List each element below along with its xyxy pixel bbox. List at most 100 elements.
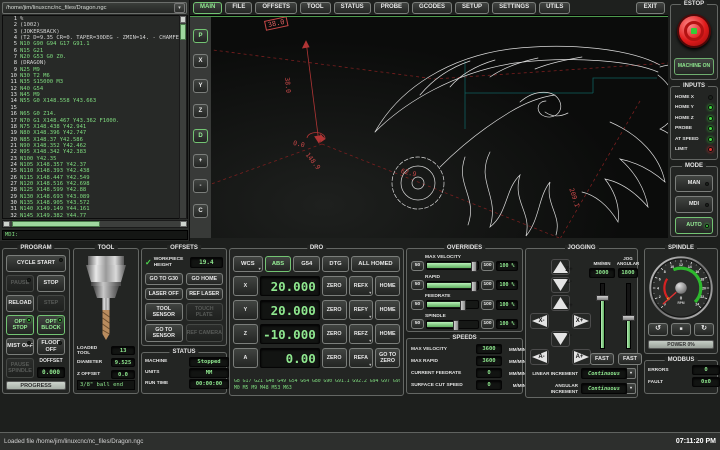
chevron-down-icon[interactable]: ▾ (627, 368, 636, 379)
jog-arrow-button[interactable]: A- (530, 349, 549, 365)
axis-select-button[interactable]: A (233, 348, 258, 368)
override-slider[interactable] (426, 281, 479, 290)
axis-zero-button[interactable]: ZERO (322, 276, 347, 296)
cycle-start-button[interactable]: CYCLE START (6, 255, 66, 272)
menu-tab[interactable]: UTILS (539, 2, 570, 14)
axis-home-button[interactable]: HOME (375, 300, 400, 320)
override-min-button[interactable]: 50 (411, 280, 424, 290)
menu-tab[interactable]: SETTINGS (492, 2, 536, 14)
override-max-button[interactable]: 100 (481, 280, 494, 290)
dro-header-button[interactable]: DTG (322, 256, 349, 272)
override-slider[interactable] (426, 300, 479, 309)
override-slider-handle[interactable] (471, 261, 477, 272)
menu-tab[interactable]: PROBE (374, 2, 409, 14)
axis-ref-button[interactable]: REFY ▾ (349, 300, 374, 320)
file-path-combobox[interactable]: /home/jim/linuxcnc/nc_files/Dragon.ngc ▾ (2, 2, 187, 14)
jog-arrow-button[interactable]: Z+ (551, 259, 570, 275)
view-button[interactable]: P (193, 29, 208, 43)
gcode-listing[interactable]: 1 % 2 (1002) 3 (JOKERSBACK) 4 (T2 D=9.35… (2, 15, 188, 219)
vertical-scroll-thumb[interactable] (180, 24, 186, 40)
jog-linear-fast-button[interactable]: FAST (590, 353, 614, 365)
axis-home-button[interactable]: HOME (375, 324, 400, 344)
angular-increment-dropdown[interactable]: Continuous ▾ (581, 383, 636, 394)
horizontal-scroll-thumb[interactable] (12, 221, 100, 227)
machine-on-button[interactable]: MACHINE ON (674, 58, 714, 75)
axis-select-button[interactable]: Z (233, 324, 258, 344)
axis-zero-button[interactable]: ZERO (322, 348, 347, 368)
spindle-stop-button[interactable]: ■ (671, 323, 691, 336)
axis-zero-button[interactable]: ZERO (322, 324, 347, 344)
menu-tab[interactable]: OFFSETS (255, 2, 297, 14)
axis-ref-button[interactable]: REFZ ▾ (349, 324, 374, 344)
mist-button[interactable]: MIST OFF (6, 338, 34, 355)
dro-header-button[interactable]: ALL HOMED (351, 256, 400, 272)
offset-button[interactable]: TOUCH PLATE (186, 303, 224, 321)
axis-home-button[interactable]: HOME (375, 276, 400, 296)
flood-button[interactable]: FLOOD OFF (37, 338, 65, 355)
stop-button[interactable]: STOP (37, 275, 65, 292)
linear-increment-dropdown[interactable]: Continuous ▾ (581, 368, 636, 379)
pause-spindle-button[interactable]: PAUSE SPINDLE (6, 358, 34, 378)
estop-button[interactable] (677, 14, 711, 48)
override-max-button[interactable]: 100 (481, 319, 494, 329)
jog-linear-slider-handle[interactable] (596, 295, 609, 301)
horizontal-scrollbar[interactable] (2, 220, 188, 228)
view-button[interactable]: C (193, 204, 208, 218)
view-button[interactable]: Z (193, 104, 208, 118)
mode-button[interactable]: MDI (675, 196, 713, 213)
menu-tab[interactable]: SETUP (455, 2, 489, 14)
dro-header-button[interactable]: G54 (293, 256, 320, 272)
reload-button[interactable]: RELOAD (6, 295, 34, 312)
override-slider[interactable] (426, 320, 479, 329)
mode-button[interactable]: MAN (675, 175, 713, 192)
menu-tab[interactable]: TOOL (300, 2, 331, 14)
scroll-right-button[interactable] (180, 221, 187, 227)
axis-ref-button[interactable]: REFA ▾ (349, 348, 374, 368)
override-min-button[interactable]: 50 (411, 300, 424, 310)
axis-select-button[interactable]: Y (233, 300, 258, 320)
offset-button[interactable]: LASER OFF (145, 288, 183, 300)
backplot-view[interactable]: 38.0 38.0 0.0 148.9 62.9 209.1 PXYZD+-C (190, 16, 668, 238)
mode-button[interactable]: AUTO (675, 217, 713, 234)
jog-arrow-button[interactable]: Y+ (551, 295, 570, 311)
view-button[interactable]: X (193, 54, 208, 68)
scroll-left-button[interactable] (3, 221, 10, 227)
jog-arrow-button[interactable]: X- (530, 313, 549, 329)
step-button[interactable]: STEP (37, 295, 65, 312)
offset-button[interactable]: REF LASER (186, 288, 224, 300)
view-button[interactable]: Y (193, 79, 208, 93)
mdi-input[interactable] (20, 231, 187, 239)
chevron-down-icon[interactable]: ▾ (627, 383, 636, 394)
offset-button[interactable]: REF CAMERA (186, 324, 224, 342)
dro-header-button[interactable]: ABS (265, 256, 292, 272)
menu-tab[interactable]: STATUS (334, 2, 371, 14)
wcs-dropdown-button[interactable]: WCS ▾ (233, 256, 263, 272)
axis-ref-button[interactable]: REFX ▾ (349, 276, 374, 296)
axis-home-button[interactable]: GO TO ZERO (375, 348, 400, 368)
file-dropdown-button[interactable]: ▾ (174, 3, 185, 13)
view-button[interactable]: - (193, 179, 208, 193)
opt-block-button[interactable]: OPT BLOCK (37, 315, 65, 335)
menu-tab[interactable]: MAIN (193, 2, 222, 14)
offset-button[interactable]: GO TO SENSOR (145, 324, 183, 342)
spindle-ccw-button[interactable]: ↺ (648, 323, 668, 336)
opt-stop-button[interactable]: OPT STOP (6, 315, 34, 335)
spindle-cw-button[interactable]: ↻ (694, 323, 714, 336)
jog-angular-fast-button[interactable]: FAST (618, 353, 642, 365)
vertical-scrollbar[interactable] (179, 15, 187, 219)
override-slider-handle[interactable] (453, 320, 459, 331)
axis-zero-button[interactable]: ZERO (322, 300, 347, 320)
pause-button[interactable]: PAUSE (6, 275, 34, 292)
jog-linear-slider[interactable] (600, 283, 605, 349)
override-max-button[interactable]: 100 (481, 261, 494, 271)
menu-tab[interactable]: GCODES (412, 2, 452, 14)
jog-angular-slider[interactable] (626, 283, 631, 349)
override-slider-handle[interactable] (460, 300, 466, 311)
view-button[interactable]: + (193, 154, 208, 168)
override-min-button[interactable]: 50 (411, 319, 424, 329)
jog-arrow-button[interactable]: Z- (551, 277, 570, 293)
override-slider-handle[interactable] (471, 281, 477, 292)
override-min-button[interactable]: 50 (411, 261, 424, 271)
jog-arrow-button[interactable]: Y- (551, 331, 570, 347)
override-slider[interactable] (426, 261, 479, 270)
